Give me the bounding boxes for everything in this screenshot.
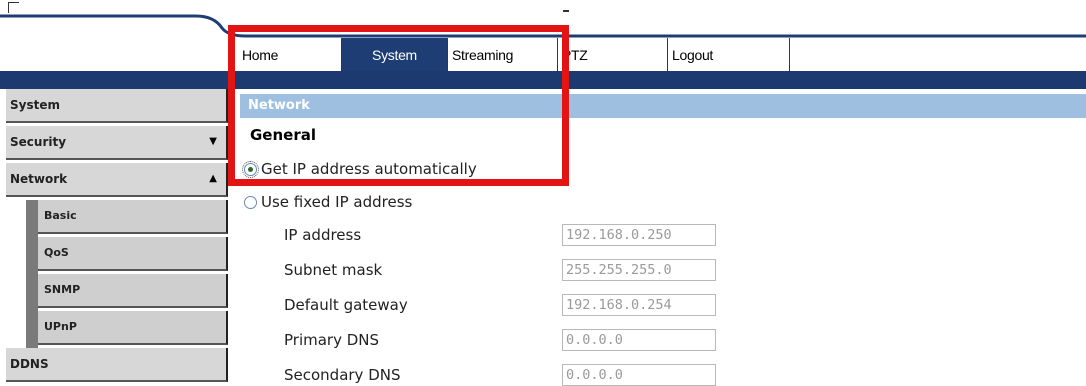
- corner-mark: [8, 2, 19, 13]
- top-banner: [0, 0, 1086, 40]
- ip-address-input[interactable]: 192.168.0.250: [562, 224, 716, 246]
- general-heading: General: [250, 126, 316, 144]
- sidebar-subitem-qos[interactable]: QoS: [38, 237, 228, 271]
- sidebar-item-label: System: [10, 98, 60, 112]
- sidebar-item-network[interactable]: Network ▲: [6, 163, 228, 197]
- primary-dns-input[interactable]: 0.0.0.0: [562, 329, 716, 351]
- tab-logout[interactable]: Logout: [668, 38, 790, 71]
- secondary-dns-label: Secondary DNS: [284, 366, 401, 384]
- default-gateway-label: Default gateway: [284, 296, 408, 314]
- primary-dns-label: Primary DNS: [284, 331, 380, 349]
- chevron-up-icon: ▲: [209, 173, 217, 184]
- submenu-rail: [26, 200, 38, 360]
- radio-unselected-icon[interactable]: [244, 195, 257, 209]
- sidebar-subitem-snmp[interactable]: SNMP: [38, 274, 228, 308]
- nav-underbar: [0, 71, 1086, 89]
- sidebar-item-label: Security: [10, 135, 67, 149]
- top-nav: Home System Streaming PTZ Logout: [232, 38, 1086, 74]
- get-ip-automatically-option[interactable]: Get IP address automatically: [242, 160, 477, 178]
- option-label: Use fixed IP address: [261, 193, 413, 211]
- subnet-mask-label: Subnet mask: [284, 261, 383, 279]
- top-dash: [563, 10, 569, 12]
- sidebar-item-label: DDNS: [10, 357, 49, 371]
- ip-address-label: IP address: [284, 226, 362, 244]
- sidebar-item-security[interactable]: Security ▼: [6, 126, 228, 160]
- subnet-mask-input[interactable]: 255.255.255.0: [562, 259, 716, 281]
- chevron-down-icon: ▼: [209, 136, 217, 147]
- radio-selected-icon[interactable]: [242, 160, 259, 178]
- section-title: Network: [240, 94, 1086, 118]
- use-fixed-ip-option[interactable]: Use fixed IP address: [244, 193, 412, 211]
- sidebar-item-ddns[interactable]: DDNS: [6, 348, 228, 382]
- option-label: Get IP address automatically: [261, 160, 477, 178]
- tab-ptz[interactable]: PTZ: [558, 38, 668, 71]
- sidebar-subitem-basic[interactable]: Basic: [38, 200, 228, 234]
- secondary-dns-input[interactable]: 0.0.0.0: [562, 364, 716, 386]
- sidebar-item-label: Network: [10, 172, 68, 186]
- sidebar-item-system[interactable]: System: [6, 89, 228, 123]
- default-gateway-input[interactable]: 192.168.0.254: [562, 294, 716, 316]
- tab-home[interactable]: Home: [238, 38, 342, 71]
- tab-streaming[interactable]: Streaming: [448, 38, 558, 71]
- sidebar: System Security ▼ Network ▲ Basic QoS SN…: [0, 89, 232, 382]
- sidebar-subitem-upnp[interactable]: UPnP: [38, 311, 228, 345]
- tab-system[interactable]: System: [342, 38, 448, 71]
- banner-curve: [0, 14, 1086, 38]
